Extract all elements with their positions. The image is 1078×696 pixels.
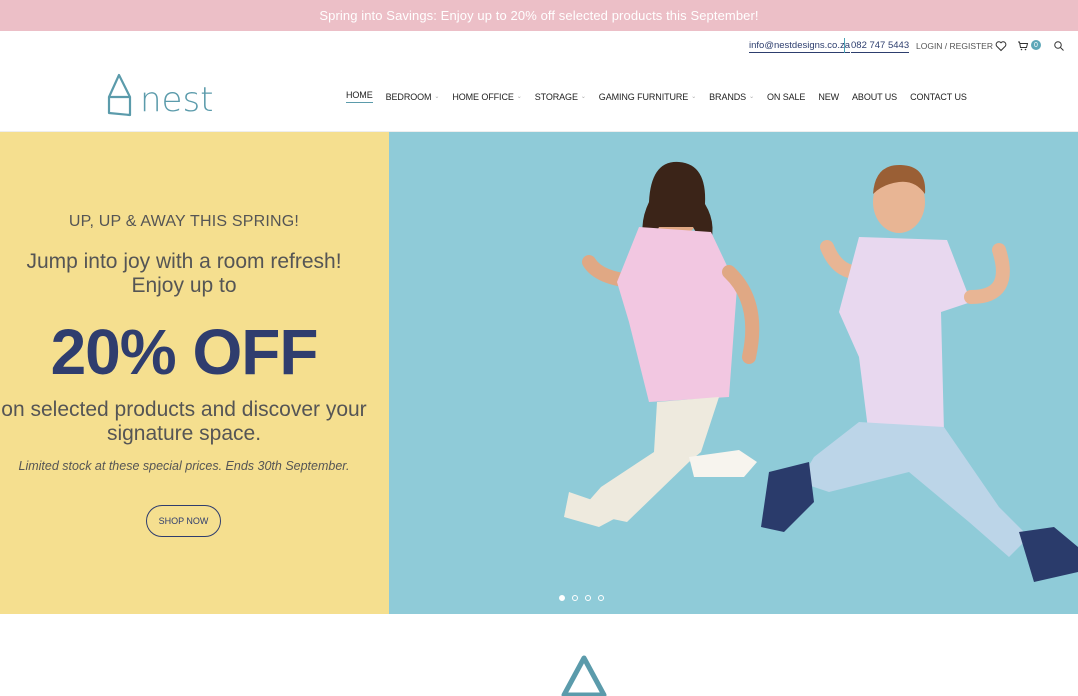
hero-image: [389, 132, 1078, 614]
shop-now-button[interactable]: SHOP NOW: [146, 505, 221, 537]
nav-item-label: CONTACT US: [910, 91, 967, 102]
nav-item-label: HOME OFFICE: [452, 91, 514, 102]
nest-icon: [561, 655, 607, 696]
nav-item-label: ABOUT US: [852, 91, 898, 102]
nav-item-label: STORAGE: [534, 91, 578, 102]
hero-text-panel: UP, UP & AWAY THIS SPRING! Jump into joy…: [0, 132, 389, 614]
main-nav: HOME BEDROOM ⌄ HOME OFFICE ⌄ STORAGE ⌄ GAMING F…: [346, 90, 980, 103]
boy-figure: [761, 164, 1078, 582]
chevron-down-icon: ⌄: [434, 94, 440, 100]
nav-item-about-us[interactable]: ABOUT US: [852, 92, 897, 102]
chevron-down-icon: ⌄: [516, 94, 522, 100]
slider-dot-4[interactable]: [598, 595, 604, 601]
nav-item-gaming-furniture[interactable]: GAMING FURNITURE ⌄: [599, 92, 696, 102]
slider-dot-3[interactable]: [585, 595, 591, 601]
nav-item-home[interactable]: HOME: [346, 90, 373, 103]
hero-note: Limited stock at these special prices. E…: [18, 459, 350, 473]
search-icon[interactable]: [1053, 40, 1065, 52]
nav-item-label: GAMING FURNITURE: [598, 91, 689, 102]
nav-item-label: BRANDS: [709, 91, 747, 102]
jumping-kids-illustration: [564, 161, 1078, 582]
hero-subline: on selected products and discover your s…: [1, 398, 367, 445]
slider-dot-2[interactable]: [572, 595, 578, 601]
house-logo-icon: [107, 73, 132, 117]
divider: [844, 38, 845, 53]
nav-item-label: HOME: [346, 90, 373, 100]
site-header: nest HOME BEDROOM ⌄ HOME OFFICE ⌄ STORAGE ⌄ GAM…: [0, 61, 1078, 132]
nav-item-bedroom[interactable]: BEDROOM ⌄: [386, 92, 440, 102]
promo-text: Spring into Savings: Enjoy up to 20% off…: [319, 8, 759, 23]
nav-item-storage[interactable]: STORAGE ⌄: [535, 92, 586, 102]
chevron-down-icon: ⌄: [580, 94, 586, 100]
login-register-link[interactable]: LOGIN / REGISTER: [916, 41, 993, 51]
phone-link[interactable]: 082 747 5443: [851, 40, 910, 53]
chevron-down-icon: ⌄: [691, 94, 697, 100]
cart-icon[interactable]: [1017, 40, 1029, 52]
nav-item-brands[interactable]: BRANDS ⌄: [709, 92, 754, 102]
nav-item-new[interactable]: NEW: [818, 92, 839, 102]
nav-item-contact-us[interactable]: CONTACT US: [910, 92, 967, 102]
chevron-down-icon: ⌄: [749, 94, 754, 100]
slider-dot-1[interactable]: [559, 595, 565, 601]
heart-icon[interactable]: [995, 40, 1007, 52]
nav-item-home-office[interactable]: HOME OFFICE ⌄: [452, 92, 521, 102]
cart-count-badge: 0: [1031, 40, 1041, 50]
hero-discount: 20% OFF: [50, 316, 319, 388]
logo-text: nest: [140, 80, 214, 120]
hero-headline: Jump into joy with a room refresh! Enjoy…: [26, 250, 342, 297]
logo[interactable]: nest: [106, 73, 214, 117]
promo-bar: Spring into Savings: Enjoy up to 20% off…: [0, 0, 1078, 31]
nav-item-on-sale[interactable]: ON SALE: [767, 92, 805, 102]
hero-kicker: UP, UP & AWAY THIS SPRING!: [68, 213, 300, 230]
nav-item-label: ON SALE: [767, 91, 806, 102]
slider-dots: [559, 595, 604, 601]
nav-item-label: BEDROOM: [385, 91, 432, 102]
girl-figure: [564, 161, 760, 527]
top-bar: info@nestdesigns.co.za 082 747 5443 LOGI…: [0, 31, 1078, 61]
nav-item-label: NEW: [818, 91, 840, 102]
email-link[interactable]: info@nestdesigns.co.za: [749, 40, 851, 53]
